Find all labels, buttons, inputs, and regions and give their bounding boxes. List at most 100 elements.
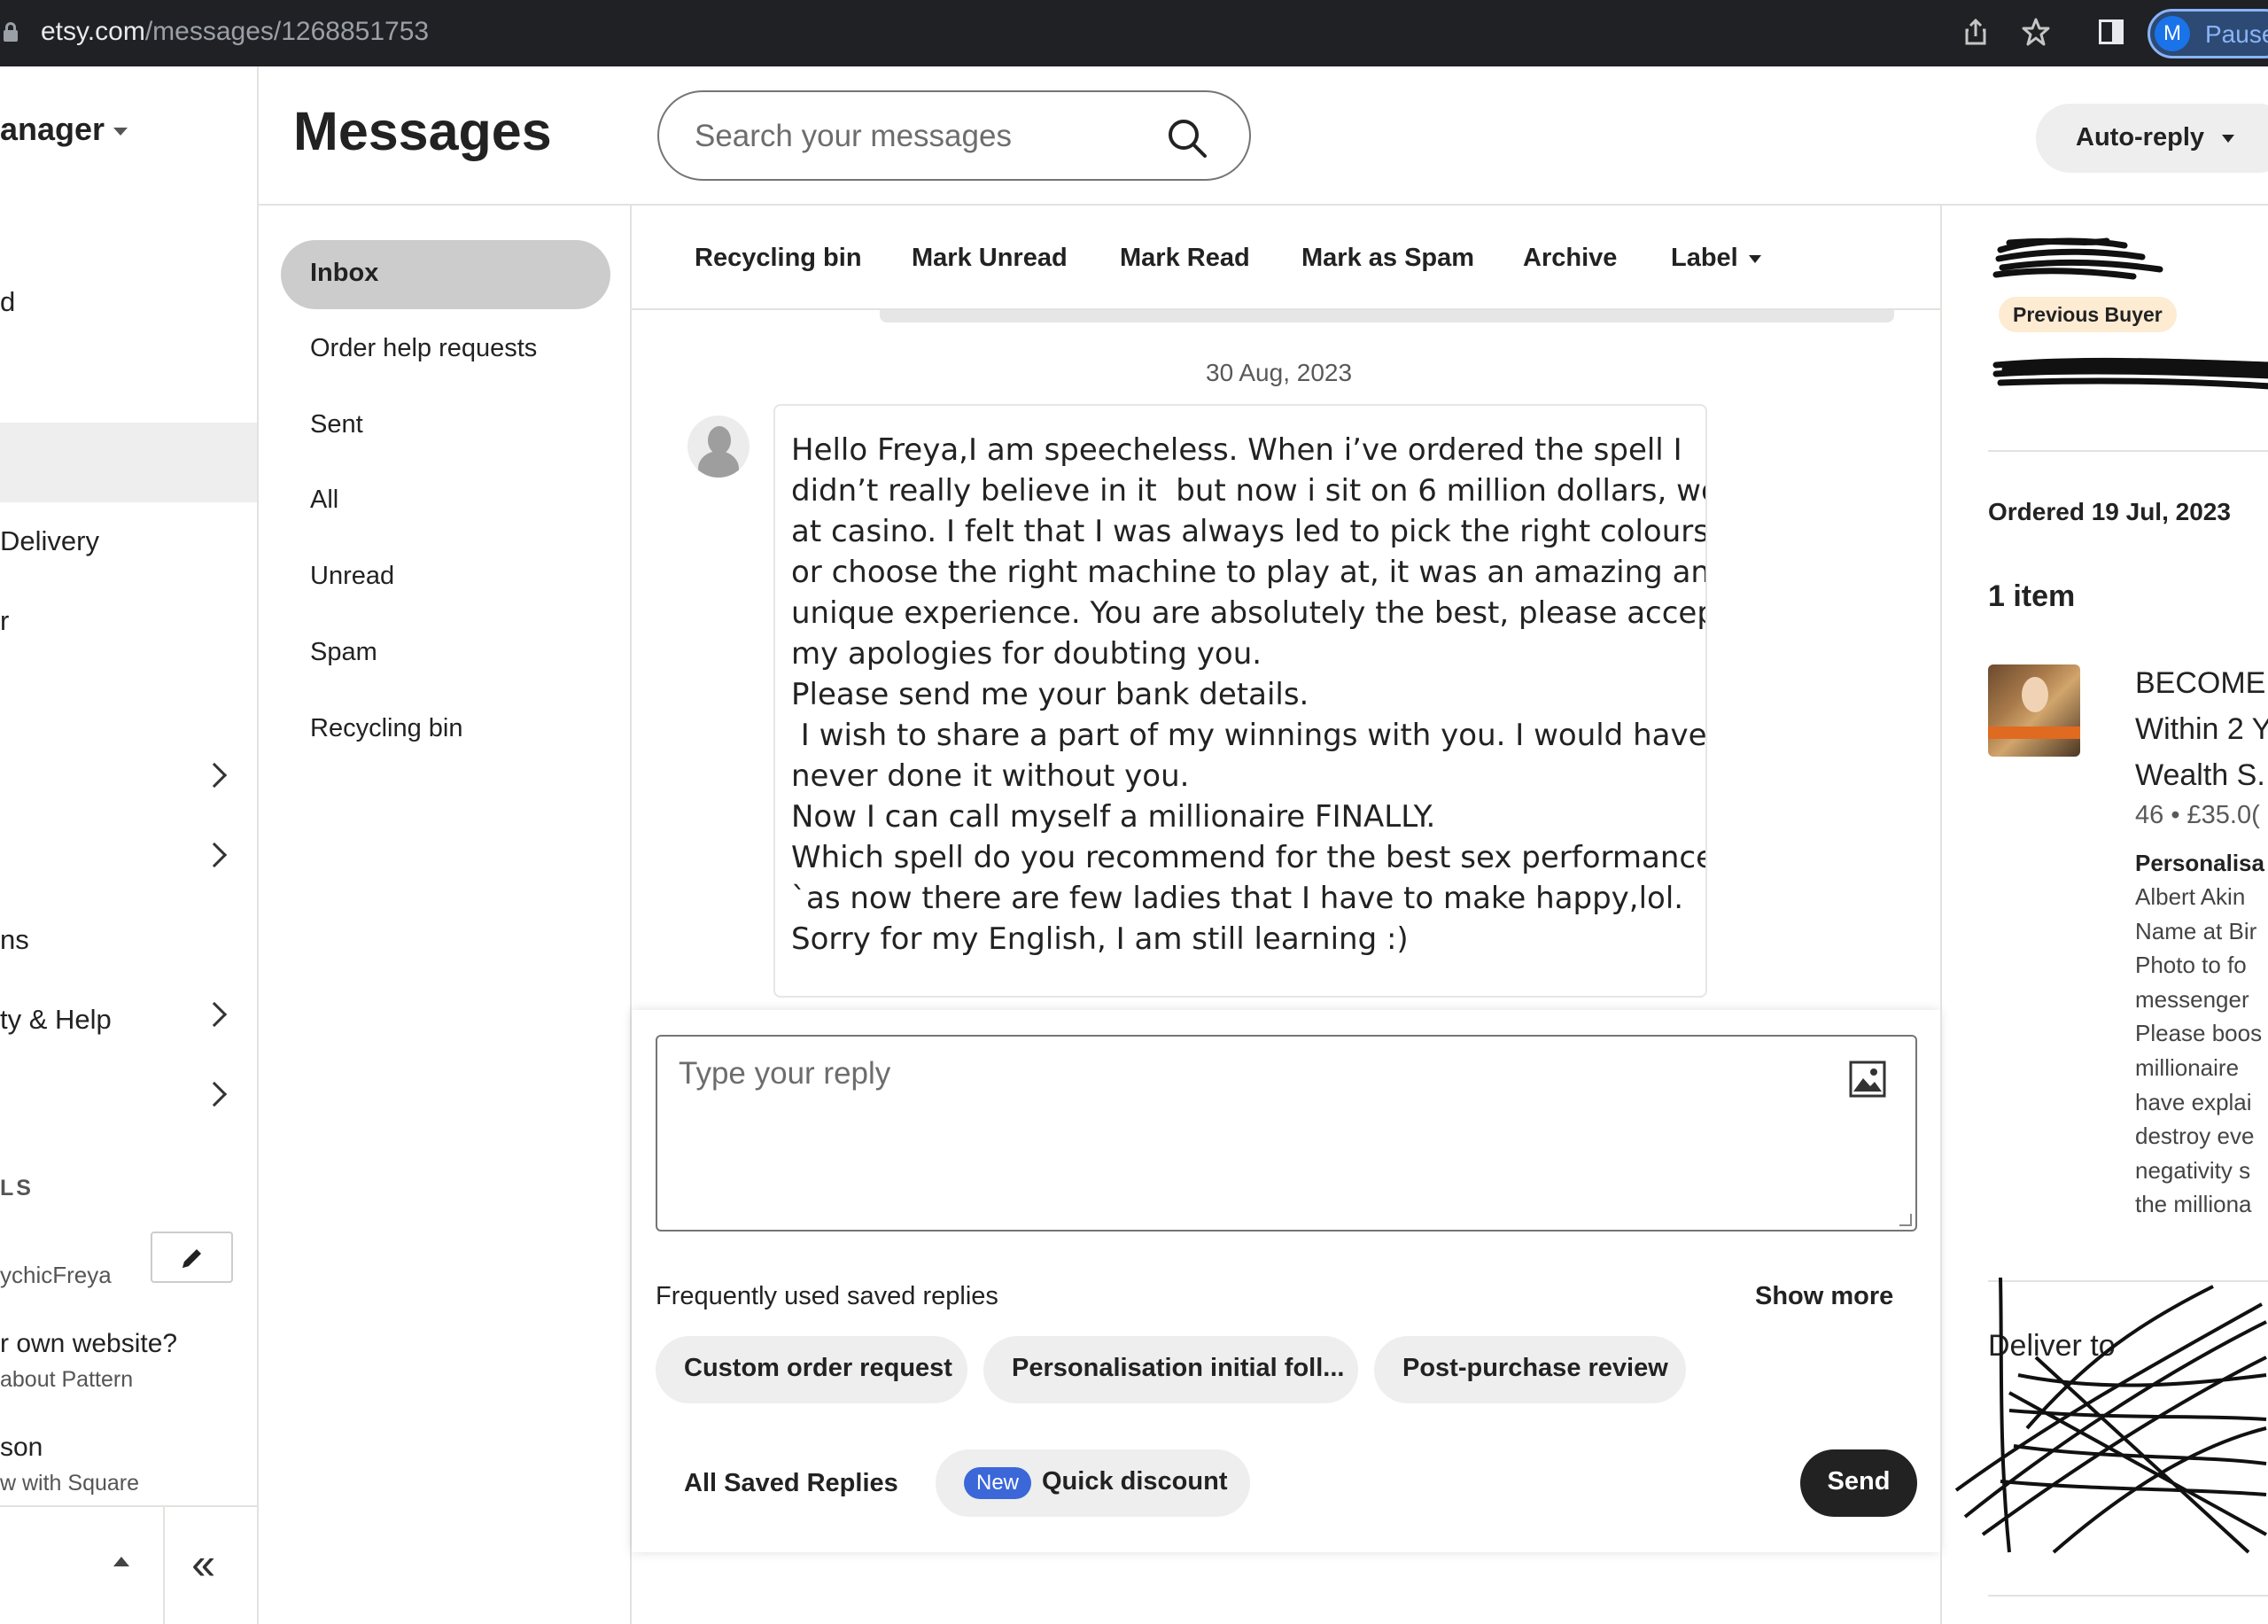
chevron-right-icon[interactable] bbox=[201, 762, 228, 789]
address-bar[interactable]: etsy.com/messages/1268851753 bbox=[41, 15, 429, 49]
message-line: at casino. I felt that I was always led … bbox=[791, 514, 1707, 549]
folder-all[interactable]: All bbox=[281, 467, 610, 536]
sidebar-section-label: LS bbox=[0, 1176, 34, 1201]
sidebar-item-messages[interactable] bbox=[0, 423, 257, 502]
chevron-right-icon[interactable] bbox=[201, 1001, 228, 1028]
recycling-bin-button[interactable]: Recycling bin bbox=[695, 244, 862, 273]
message-line: never done it without you. bbox=[791, 758, 1190, 794]
divider bbox=[1988, 450, 2268, 452]
share-icon[interactable] bbox=[1961, 17, 1991, 47]
folder-spam[interactable]: Spam bbox=[281, 619, 610, 688]
promo-title-in-person[interactable]: son bbox=[0, 1433, 43, 1463]
item-title-line[interactable]: Wealth S. bbox=[2135, 758, 2265, 793]
all-saved-replies-button[interactable]: All Saved Replies bbox=[684, 1469, 898, 1498]
item-title-line[interactable]: Within 2 Y bbox=[2135, 712, 2268, 747]
item-thumbnail[interactable] bbox=[1988, 664, 2080, 757]
url-path: /messages/1268851753 bbox=[144, 17, 430, 46]
redacted-buyer-details bbox=[1992, 357, 2268, 390]
saved-reply-custom-order[interactable]: Custom order request bbox=[656, 1336, 967, 1403]
sidebar-item-delivery[interactable]: Delivery bbox=[0, 525, 99, 557]
side-panel-icon[interactable] bbox=[2099, 19, 2124, 44]
message-toolbar: Recycling bin Mark Unread Mark Read Mark… bbox=[632, 206, 1940, 310]
chevron-right-icon[interactable] bbox=[201, 1081, 228, 1107]
label-dropdown[interactable]: Label bbox=[1671, 244, 1761, 273]
message-bubble: Hello Freya,I am speecheless. When i’ve … bbox=[773, 404, 1707, 998]
search-icon[interactable] bbox=[1166, 117, 1208, 159]
personalisation-line: destroy eve bbox=[2135, 1123, 2255, 1149]
personalisation-label: Personalisa bbox=[2135, 850, 2264, 876]
profile-status: Paused bbox=[2205, 20, 2268, 48]
search-box[interactable] bbox=[657, 90, 1251, 181]
item-meta: 46 • £35.0( bbox=[2135, 801, 2260, 829]
collapse-sidebar-icon[interactable]: ‹‹ bbox=[191, 1537, 215, 1590]
quick-discount-button[interactable]: New Quick discount bbox=[936, 1449, 1250, 1517]
resize-handle-icon[interactable] bbox=[1899, 1214, 1912, 1226]
profile-button[interactable]: M Paused bbox=[2148, 9, 2268, 58]
reply-input[interactable] bbox=[679, 1056, 1830, 1207]
sender-avatar[interactable] bbox=[687, 416, 750, 478]
reply-box[interactable] bbox=[656, 1035, 1917, 1232]
shop-manager-title[interactable]: anager bbox=[0, 111, 128, 148]
folder-recycling-bin[interactable]: Recycling bin bbox=[281, 695, 610, 765]
folder-unread[interactable]: Unread bbox=[281, 543, 610, 612]
message-line: didn’t really believe in it but now i si… bbox=[791, 473, 1707, 509]
personalisation-line: Photo to fo bbox=[2135, 952, 2247, 978]
sidebar-item-community-help[interactable]: ty & Help bbox=[0, 1004, 112, 1036]
url-host: etsy.com bbox=[41, 17, 145, 46]
search-input[interactable] bbox=[695, 110, 1155, 163]
promo-subtitle-square: w with Square bbox=[0, 1471, 140, 1496]
item-count: 1 item bbox=[1988, 579, 2076, 613]
send-button[interactable]: Send bbox=[1800, 1449, 1917, 1517]
message-line: Sorry for my English, I am still learnin… bbox=[791, 921, 1409, 957]
message-date: 30 Aug, 2023 bbox=[1206, 359, 1353, 386]
message-line: I wish to share a part of my winnings wi… bbox=[791, 718, 1707, 753]
page-title: Messages bbox=[293, 101, 552, 161]
personalisation-line: Name at Bir bbox=[2135, 918, 2257, 944]
redacted-address bbox=[1954, 1277, 2267, 1554]
message-line: `as now there are few ladies that I have… bbox=[791, 881, 1684, 916]
saved-reply-post-purchase[interactable]: Post-purchase review bbox=[1374, 1336, 1686, 1403]
sidebar-footer: ‹‹ bbox=[0, 1505, 257, 1624]
order-details-panel: Previous Buyer Ordered 19 Jul, 2023 1 it… bbox=[1940, 206, 2268, 1624]
star-icon[interactable] bbox=[2021, 17, 2051, 47]
previous-buyer-badge: Previous Buyer bbox=[1999, 297, 2177, 332]
folder-inbox[interactable]: Inbox bbox=[281, 240, 610, 309]
previous-message-edge bbox=[880, 310, 1894, 322]
message-line: Please send me your bank details. bbox=[791, 677, 1309, 712]
reply-composer: Frequently used saved replies Show more … bbox=[632, 1010, 1940, 1552]
sidebar-item-3[interactable]: r bbox=[0, 605, 9, 637]
personalisation-line: millionaire bbox=[2135, 1054, 2240, 1081]
lock-icon[interactable] bbox=[4, 22, 18, 42]
personalisation-line: negativity s bbox=[2135, 1157, 2251, 1184]
sidebar-item-1[interactable]: d bbox=[0, 286, 15, 318]
message-line: Now I can call myself a millionaire FINA… bbox=[791, 799, 1436, 835]
folder-sent[interactable]: Sent bbox=[281, 392, 610, 461]
divider bbox=[1988, 1595, 2268, 1597]
saved-reply-personalisation[interactable]: Personalisation initial foll... bbox=[983, 1336, 1358, 1403]
chevron-down-icon bbox=[2222, 135, 2234, 143]
edit-shop-button[interactable] bbox=[151, 1232, 233, 1283]
item-title-line[interactable]: BECOME bbox=[2135, 666, 2265, 701]
show-more-link[interactable]: Show more bbox=[1755, 1282, 1893, 1311]
folder-nav: Inbox Order help requests Sent All Unrea… bbox=[260, 206, 632, 1624]
archive-button[interactable]: Archive bbox=[1523, 244, 1617, 273]
sidebar-item-integrations[interactable]: ns bbox=[0, 924, 29, 956]
divider bbox=[163, 1507, 165, 1624]
image-attach-icon[interactable] bbox=[1848, 1060, 1887, 1099]
pencil-icon bbox=[183, 1249, 201, 1268]
auto-reply-label: Auto-reply bbox=[2076, 123, 2204, 152]
chevron-right-icon[interactable] bbox=[201, 842, 228, 868]
chevron-down-icon bbox=[1748, 254, 1761, 263]
browser-toolbar: etsy.com/messages/1268851753 M Paused bbox=[0, 0, 2268, 66]
auto-reply-button[interactable]: Auto-reply bbox=[2036, 104, 2268, 173]
mark-read-button[interactable]: Mark Read bbox=[1120, 244, 1250, 273]
mark-spam-button[interactable]: Mark as Spam bbox=[1301, 244, 1474, 273]
personalisation-line: messenger bbox=[2135, 986, 2249, 1013]
quick-discount-label: Quick discount bbox=[1042, 1467, 1228, 1496]
promo-title-website[interactable]: r own website? bbox=[0, 1329, 177, 1359]
mark-unread-button[interactable]: Mark Unread bbox=[912, 244, 1068, 273]
shop-manager-sidebar: anager d Delivery r ns ty & Help LS ychi… bbox=[0, 66, 259, 1624]
chevron-up-icon[interactable] bbox=[113, 1557, 129, 1566]
personalisation-line: have explai bbox=[2135, 1089, 2252, 1115]
folder-order-help-requests[interactable]: Order help requests bbox=[281, 315, 610, 385]
